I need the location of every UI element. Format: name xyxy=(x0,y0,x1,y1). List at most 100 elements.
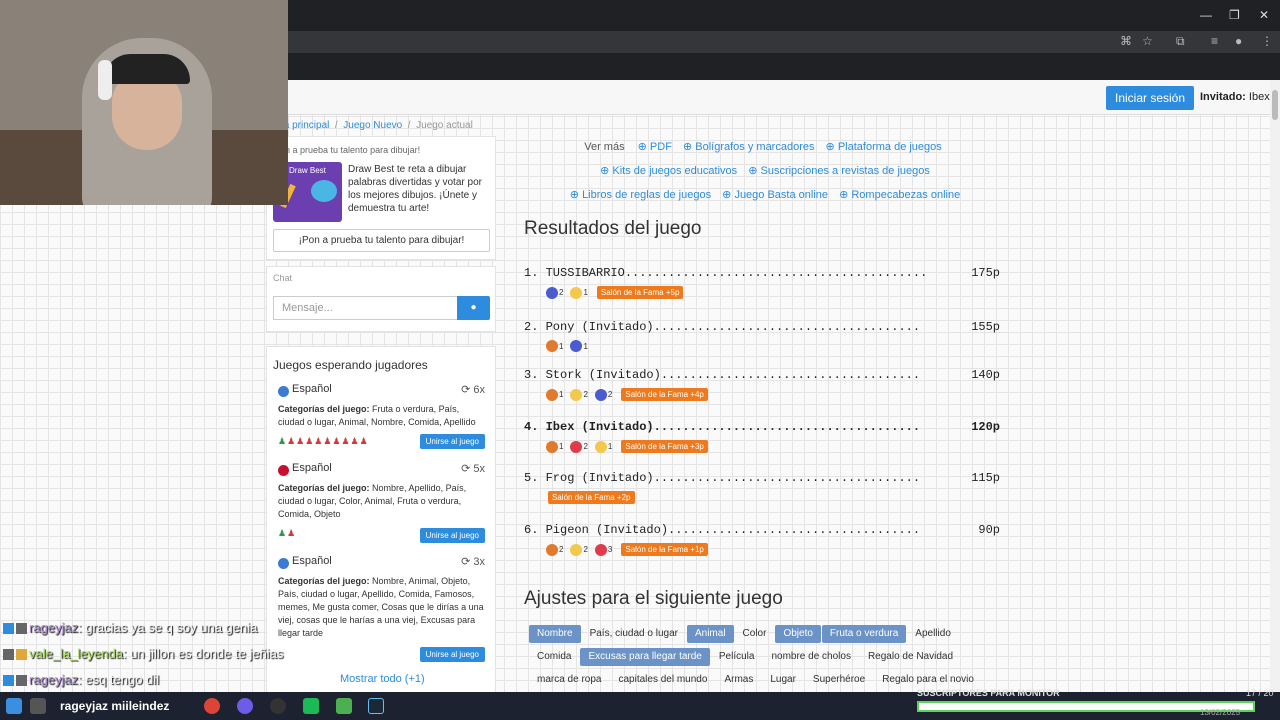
angry-reaction-icon[interactable] xyxy=(546,440,558,453)
stream-chat-line: vale_la_leyenda: un jillon es donde te j… xyxy=(3,646,283,661)
category-tag[interactable]: Lugar xyxy=(762,671,804,689)
menu-icon[interactable]: ⋮ xyxy=(1261,34,1273,48)
badge-icon xyxy=(16,649,27,661)
subscriber-goal-label: SUSCRIPTORES PARA MONITOR xyxy=(917,688,1060,698)
heart-reaction-icon[interactable] xyxy=(570,440,583,453)
scroll-thumb[interactable] xyxy=(1272,90,1278,120)
link-puzzles[interactable]: ⊕ Rompecabezas online xyxy=(839,189,960,201)
category-tag[interactable]: Regalo de Navidad xyxy=(860,648,961,666)
wow-reaction-icon[interactable] xyxy=(570,286,583,299)
link-rulebooks[interactable]: ⊕ Libros de reglas de juegos xyxy=(570,189,711,201)
category-tag[interactable]: capitales del mundo xyxy=(610,671,715,689)
link-pens[interactable]: ⊕ Bolígrafos y marcadores xyxy=(683,141,815,153)
media-icon[interactable]: ≡ xyxy=(1211,34,1218,48)
search-icon[interactable] xyxy=(30,698,46,714)
category-tag[interactable]: Objeto xyxy=(775,625,821,643)
category-tag[interactable]: marca de ropa xyxy=(529,671,609,689)
obs-icon[interactable] xyxy=(270,698,286,714)
app-icon[interactable] xyxy=(303,698,319,714)
link-basta-online[interactable]: ⊕ Juego Basta online xyxy=(722,189,828,201)
join-game-button[interactable]: Unirse al juego xyxy=(419,647,485,662)
flag-argentina-icon xyxy=(278,386,289,397)
category-tag[interactable]: Superhéroe xyxy=(805,671,873,689)
game-categories: Categorías del juego: Nombre, Animal, Ob… xyxy=(278,576,484,638)
result-points: 140p xyxy=(971,368,1000,382)
waiting-game-card: Español ⟳ 3x Categorías del juego: Nombr… xyxy=(278,555,488,665)
game-rounds: ⟳ 5x xyxy=(461,463,485,475)
links-row-2: ⊕ Kits de juegos educativos ⊕ Suscripcio… xyxy=(515,164,1015,177)
breadcrumb-new-game[interactable]: Juego Nuevo xyxy=(343,120,402,131)
hall-of-fame-badge[interactable]: Salón de la Fama +4p xyxy=(621,388,708,401)
show-all-link[interactable]: Mostrar todo (+1) xyxy=(340,673,425,685)
links-row-3: ⊕ Libros de reglas de juegos ⊕ Juego Bas… xyxy=(515,188,1015,201)
angry-reaction-icon[interactable] xyxy=(546,388,558,401)
subscriber-goal-fill xyxy=(919,703,1223,710)
category-tag[interactable]: Nombre xyxy=(529,625,581,643)
hall-of-fame-badge[interactable]: Salón de la Fama +1p xyxy=(621,543,708,556)
category-tag[interactable]: Animal xyxy=(686,625,734,643)
category-tag-row: Comida Excusas para llegar tarde Película n… xyxy=(529,648,989,671)
minimize-icon[interactable]: — xyxy=(1200,8,1212,22)
wow-reaction-icon[interactable] xyxy=(594,440,607,453)
link-platform[interactable]: ⊕ Plataforma de juegos xyxy=(826,141,942,153)
angry-reaction-icon[interactable] xyxy=(546,543,558,556)
chrome-icon[interactable] xyxy=(204,698,220,714)
wow-reaction-icon[interactable] xyxy=(570,388,583,401)
start-icon[interactable] xyxy=(6,698,22,714)
category-tag[interactable]: Regalo para el novio xyxy=(874,671,982,689)
category-tag[interactable]: Color xyxy=(735,625,775,643)
category-tag[interactable]: Fruta o verdura xyxy=(821,625,907,643)
reaction-count: 2 xyxy=(559,545,564,554)
translate-icon[interactable]: ⌘ xyxy=(1120,34,1132,48)
close-icon[interactable]: ✕ xyxy=(1259,8,1269,22)
promo-button[interactable]: ¡Pon a prueba tu talento para dibujar! xyxy=(273,229,490,252)
hall-of-fame-badge[interactable]: Salón de la Fama +3p xyxy=(621,440,708,453)
maximize-icon[interactable]: ❐ xyxy=(1229,8,1240,22)
like-reaction-icon[interactable] xyxy=(594,388,607,401)
category-tag[interactable]: Comida xyxy=(529,648,579,666)
result-points: 115p xyxy=(971,471,1000,485)
message-input[interactable]: Mensaje... xyxy=(273,296,458,320)
result-player: 5. Frog (Invitado)......................… xyxy=(524,471,921,485)
steam-icon[interactable] xyxy=(368,698,384,714)
heart-reaction-icon[interactable] xyxy=(594,543,607,556)
category-tag[interactable]: nombre de cholos xyxy=(763,648,859,666)
result-row: 5. Frog (Invitado)......................… xyxy=(524,471,1000,485)
angry-reaction-icon[interactable] xyxy=(546,340,558,352)
scrollbar[interactable] xyxy=(1270,80,1280,692)
reaction-count: 1 xyxy=(583,288,588,297)
result-votes: 2 1 Salón de la Fama +5p xyxy=(546,286,684,300)
extensions-icon[interactable]: ⧉ xyxy=(1176,34,1185,49)
link-pdf[interactable]: ⊕ PDF xyxy=(638,141,672,153)
star-icon[interactable]: ☆ xyxy=(1142,34,1153,48)
category-tag[interactable]: Película xyxy=(711,648,763,666)
category-tag[interactable]: Excusas para llegar tarde xyxy=(580,648,710,666)
result-row: 2. Pony (Invitado)......................… xyxy=(524,320,1000,334)
hall-of-fame-badge[interactable]: Salón de la Fama +2p xyxy=(548,491,635,504)
login-button[interactable]: Iniciar sesión xyxy=(1106,86,1195,110)
reaction-count: 1 xyxy=(559,390,564,399)
settings-heading: Ajustes para el siguiente juego xyxy=(524,588,783,609)
waiting-game-card: Español ⟳ 6x Categorías del juego: Fruta… xyxy=(278,383,488,453)
flag-argentina-icon xyxy=(278,558,289,569)
subscriber-goal-count: 17 / 20 xyxy=(1246,688,1274,698)
profile-icon[interactable]: ● xyxy=(1235,34,1242,48)
join-game-button[interactable]: Unirse al juego xyxy=(419,528,485,543)
minecraft-icon[interactable] xyxy=(336,698,352,714)
hall-of-fame-badge[interactable]: Salón de la Fama +5p xyxy=(596,286,684,299)
breadcrumb-current: Juego actual xyxy=(416,120,473,131)
category-tag[interactable]: Apellido xyxy=(907,625,959,643)
stream-chat-line: rageyjaz: gracias ya se q soy una genia xyxy=(3,620,257,635)
result-votes: 1 2 2 Salón de la Fama +4p xyxy=(546,388,708,402)
like-reaction-icon[interactable] xyxy=(546,286,558,299)
wow-reaction-icon[interactable] xyxy=(570,543,583,556)
discord-icon[interactable] xyxy=(237,698,253,714)
category-tag[interactable]: Armas xyxy=(716,671,761,689)
like-reaction-icon[interactable] xyxy=(570,340,583,352)
paint-blob-icon xyxy=(311,180,337,202)
link-edu-kits[interactable]: ⊕ Kits de juegos educativos xyxy=(600,165,737,177)
category-tag[interactable]: País, ciudad o lugar xyxy=(582,625,686,643)
link-subscriptions[interactable]: ⊕ Suscripciones a revistas de juegos xyxy=(748,165,930,177)
send-button[interactable]: ● xyxy=(457,296,490,320)
join-game-button[interactable]: Unirse al juego xyxy=(419,434,485,449)
